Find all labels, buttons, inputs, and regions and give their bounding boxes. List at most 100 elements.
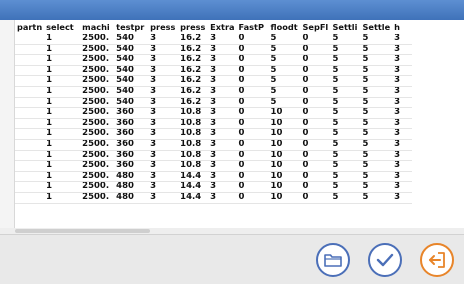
table-cell: 3 [208, 139, 237, 151]
table-cell: 3 [392, 44, 413, 56]
table-cell: 0 [300, 192, 331, 204]
column-header[interactable]: Settli [331, 20, 361, 34]
table-cell: 3 [208, 107, 237, 119]
table-row[interactable]: 1 2500. 540 3 16.2 3 0 5 0 5 5 3 [15, 34, 413, 45]
data-table: partn select machi testpr press press Extra Fas… [15, 20, 413, 204]
table-cell: 0 [300, 75, 331, 87]
table-cell: 2500. [80, 34, 115, 45]
table-cell: 0 [236, 150, 269, 162]
table-cell: 480 [114, 181, 149, 193]
table-cell: 3 [392, 192, 413, 204]
table-cell: 5 [268, 44, 301, 56]
table-cell: 5 [330, 181, 361, 193]
open-folder-button[interactable] [316, 243, 350, 277]
table-cell: 5 [360, 86, 393, 98]
table-cell: 5 [268, 34, 301, 45]
table-cell: 1 [44, 192, 81, 204]
table-cell: 3 [392, 65, 413, 77]
column-header[interactable]: h [392, 20, 412, 34]
exit-button[interactable] [420, 243, 454, 277]
table-cell: 1 [44, 128, 81, 140]
table-cell: 5 [360, 75, 393, 87]
table-cell: 5 [330, 97, 361, 109]
table-row[interactable]: 1 2500. 360 3 10.8 3 0 10 0 5 5 3 [15, 107, 413, 119]
table-row[interactable]: 1 2500. 540 3 16.2 3 0 5 0 5 5 3 [15, 75, 413, 87]
table-cell: 480 [114, 192, 149, 204]
column-header[interactable]: press [148, 20, 178, 34]
table-row[interactable]: 1 2500. 480 3 14.4 3 0 10 0 5 5 3 [15, 192, 413, 204]
table-body: 1 2500. 540 3 16.2 3 0 5 0 5 5 3 1 2500. 540 3 16.2 3 0 5 0 5… [15, 34, 413, 204]
table-cell: 0 [300, 34, 331, 45]
column-header[interactable]: Settle [361, 20, 393, 34]
table-cell: 3 [148, 44, 179, 56]
table-cell: 5 [360, 97, 393, 109]
table-cell [15, 150, 45, 162]
table-cell: 10 [268, 181, 301, 193]
column-header[interactable]: partn [15, 20, 44, 34]
table-cell: 14.4 [178, 171, 209, 183]
column-header[interactable]: Extra [208, 20, 236, 34]
table-cell: 1 [44, 150, 81, 162]
table-row[interactable]: 1 2500. 360 3 10.8 3 0 10 0 5 5 3 [15, 139, 413, 151]
table-cell: 0 [236, 75, 269, 87]
table-cell: 2500. [80, 181, 115, 193]
table-cell: 3 [208, 181, 237, 193]
table-row[interactable]: 1 2500. 360 3 10.8 3 0 10 0 5 5 3 [15, 150, 413, 162]
table-cell: 5 [360, 139, 393, 151]
confirm-button[interactable] [368, 243, 402, 277]
table-cell: 3 [208, 97, 237, 109]
table-cell: 540 [114, 75, 149, 87]
table-row[interactable]: 1 2500. 360 3 10.8 3 0 10 0 5 5 3 [15, 128, 413, 140]
table-cell: 3 [392, 118, 413, 130]
table-row[interactable]: 1 2500. 360 3 10.8 3 0 10 0 5 5 3 [15, 160, 413, 172]
table-row[interactable]: 1 2500. 480 3 14.4 3 0 10 0 5 5 3 [15, 181, 413, 193]
column-header[interactable]: press [178, 20, 208, 34]
table-cell: 5 [268, 97, 301, 109]
table-cell: 5 [360, 44, 393, 56]
table-row[interactable]: 1 2500. 540 3 16.2 3 0 5 0 5 5 3 [15, 65, 413, 77]
table-cell: 0 [236, 139, 269, 151]
table-cell: 3 [208, 171, 237, 183]
table-cell: 5 [360, 150, 393, 162]
table-cell: 3 [208, 65, 237, 77]
table-cell: 10.8 [178, 160, 209, 172]
table-cell: 5 [330, 192, 361, 204]
table-cell: 10.8 [178, 118, 209, 130]
table-row[interactable]: 1 2500. 540 3 16.2 3 0 5 0 5 5 3 [15, 54, 413, 66]
table-cell: 0 [236, 54, 269, 66]
table-row[interactable]: 1 2500. 540 3 16.2 3 0 5 0 5 5 3 [15, 44, 413, 56]
table-cell: 3 [392, 34, 413, 45]
table-cell: 3 [208, 54, 237, 66]
table-cell: 0 [300, 54, 331, 66]
table-cell: 360 [114, 160, 149, 172]
table-cell: 540 [114, 65, 149, 77]
table-cell [15, 181, 45, 193]
column-header[interactable]: SepFl [301, 20, 331, 34]
table-cell: 3 [392, 171, 413, 183]
table-cell: 540 [114, 86, 149, 98]
table-cell [15, 128, 45, 140]
table-cell: 5 [330, 128, 361, 140]
table-row[interactable]: 1 2500. 480 3 14.4 3 0 10 0 5 5 3 [15, 171, 413, 183]
column-header[interactable]: machi [80, 20, 114, 34]
table-cell: 5 [330, 150, 361, 162]
table-cell: 2500. [80, 97, 115, 109]
table-row[interactable]: 1 2500. 360 3 10.8 3 0 10 0 5 5 3 [15, 118, 413, 130]
table-cell: 3 [148, 65, 179, 77]
column-header[interactable]: floodt [269, 20, 301, 34]
table-cell: 0 [300, 128, 331, 140]
table-cell: 3 [148, 150, 179, 162]
column-header[interactable]: testpr [114, 20, 148, 34]
column-header[interactable]: select [44, 20, 80, 34]
table-cell [15, 97, 45, 109]
table-cell: 0 [300, 44, 331, 56]
scrollbar-thumb[interactable] [15, 229, 150, 233]
table-row[interactable]: 1 2500. 540 3 16.2 3 0 5 0 5 5 3 [15, 86, 413, 98]
table-row[interactable]: 1 2500. 540 3 16.2 3 0 5 0 5 5 3 [15, 97, 413, 109]
table-cell: 1 [44, 107, 81, 119]
table-cell: 5 [360, 192, 393, 204]
data-grid[interactable]: partn select machi testpr press press Extra Fas… [15, 20, 464, 231]
table-cell: 10 [268, 118, 301, 130]
column-header[interactable]: FastP [237, 20, 269, 34]
table-cell: 1 [44, 160, 81, 172]
